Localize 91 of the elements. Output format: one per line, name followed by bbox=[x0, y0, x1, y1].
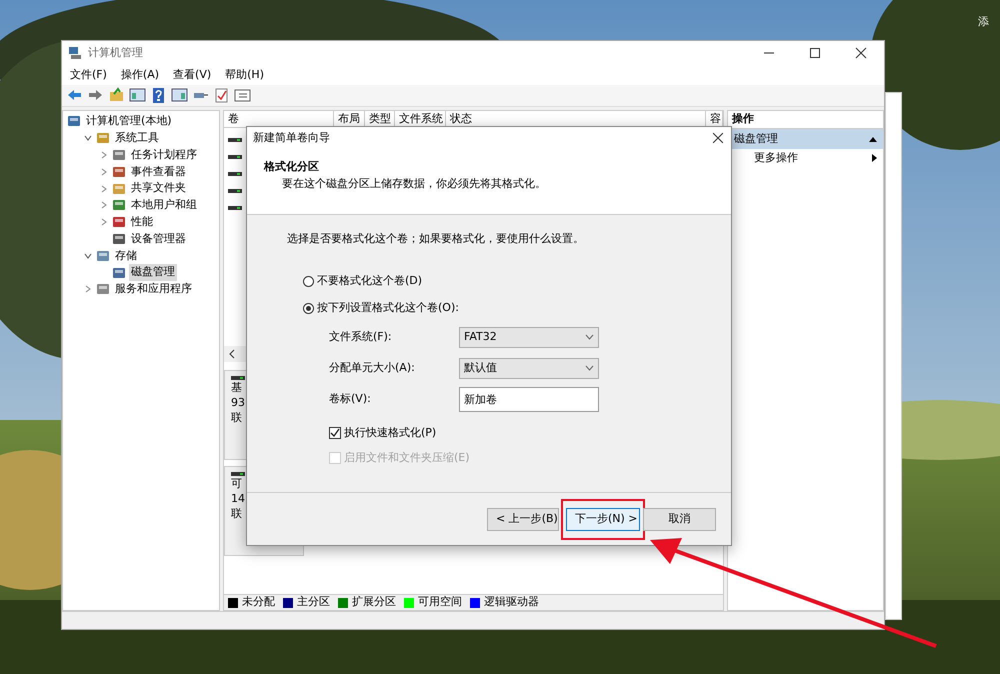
list-icon[interactable] bbox=[234, 87, 251, 104]
checkbox[interactable] bbox=[329, 427, 341, 439]
node-icon bbox=[96, 282, 110, 296]
node-icon bbox=[112, 148, 126, 162]
wizard-button[interactable]: < 上一步(B) bbox=[487, 508, 559, 530]
help-icon[interactable] bbox=[150, 87, 167, 104]
tree-item[interactable]: 性能 bbox=[129, 214, 155, 230]
close-icon[interactable] bbox=[713, 133, 723, 143]
checklist-icon[interactable] bbox=[213, 87, 230, 104]
option-label: 不要格式化这个卷(D) bbox=[317, 273, 422, 290]
panel-icon[interactable] bbox=[171, 87, 188, 104]
prompt-text: 选择是否要格式化这个卷；如果要格式化，要使用什么设置。 bbox=[287, 231, 585, 247]
legend-label: 逻辑驱动器 bbox=[484, 594, 539, 610]
dropdown[interactable]: FAT32 bbox=[459, 326, 599, 348]
chevron-down-icon[interactable] bbox=[84, 252, 92, 260]
disk-info: 93 bbox=[231, 396, 246, 411]
page-heading: 格式化分区 bbox=[264, 159, 320, 175]
radio-button[interactable] bbox=[303, 303, 314, 314]
chevron-right-icon[interactable] bbox=[100, 168, 108, 176]
node-icon bbox=[96, 248, 110, 263]
chevron-right-icon[interactable] bbox=[100, 184, 108, 193]
chevron-right-icon[interactable] bbox=[100, 150, 108, 159]
tree-item[interactable]: 服务和应用程序 bbox=[113, 281, 194, 298]
tree-item[interactable]: 事件查看器 bbox=[129, 164, 188, 180]
wizard-button[interactable]: 取消 bbox=[643, 508, 716, 530]
disk-info: 可 bbox=[231, 477, 243, 492]
chevron-right-icon[interactable] bbox=[100, 201, 108, 210]
chevron-down-icon bbox=[585, 334, 594, 340]
checkbox-label: 执行快速格式化(P) bbox=[344, 424, 436, 441]
field-label: 卷标(V): bbox=[329, 390, 372, 407]
drive-icon bbox=[228, 136, 242, 142]
drive-icon bbox=[231, 471, 245, 477]
drive-icon bbox=[228, 154, 242, 160]
scroll-left-icon[interactable] bbox=[228, 349, 236, 359]
drive-icon bbox=[228, 188, 242, 194]
tree-item[interactable]: 计算机管理(本地) bbox=[84, 113, 174, 130]
dialog-title: 新建简单卷向导 bbox=[253, 130, 330, 146]
menu-item[interactable]: 查看(V) bbox=[173, 66, 212, 84]
computer-icon bbox=[68, 46, 82, 60]
tree-item[interactable]: 存储 bbox=[113, 248, 139, 264]
field-label: 分配单元大小(A): bbox=[329, 360, 416, 376]
drive-icon bbox=[228, 204, 242, 210]
node-icon bbox=[112, 266, 126, 280]
menu-item[interactable]: 文件(F) bbox=[70, 66, 107, 84]
dropdown[interactable]: 默认值 bbox=[459, 358, 599, 378]
collapse-icon[interactable] bbox=[869, 136, 877, 142]
drive-icon bbox=[231, 375, 245, 381]
window-title: 计算机管理 bbox=[88, 44, 143, 61]
node-icon bbox=[112, 198, 126, 212]
legend-label: 扩展分区 bbox=[352, 594, 396, 610]
disk-info: 基 bbox=[231, 381, 243, 396]
text-field[interactable]: 新加卷 bbox=[459, 386, 599, 412]
tree-item[interactable]: 任务计划程序 bbox=[129, 146, 199, 164]
node-icon bbox=[112, 182, 126, 196]
checkbox-label: 启用文件和文件夹压缩(E) bbox=[344, 450, 470, 466]
disk-info: 联 bbox=[231, 410, 243, 426]
option-label: 按下列设置格式化这个卷(O): bbox=[317, 300, 459, 316]
section-label: 磁盘管理 bbox=[734, 130, 778, 147]
chevron-down-icon[interactable] bbox=[84, 134, 92, 142]
legend-label: 未分配 bbox=[242, 594, 275, 610]
folder-icon[interactable] bbox=[108, 87, 125, 104]
panel-icon[interactable] bbox=[129, 87, 146, 104]
menu-item[interactable]: 操作(A) bbox=[120, 66, 160, 84]
legend-label: 主分区 bbox=[297, 594, 330, 610]
tree-item[interactable]: 共享文件夹 bbox=[129, 180, 188, 197]
action-link[interactable]: 更多操作 bbox=[754, 150, 798, 166]
node-icon bbox=[112, 215, 126, 230]
chevron-right-icon[interactable] bbox=[84, 285, 92, 294]
node-icon bbox=[67, 114, 81, 128]
maximize-icon[interactable] bbox=[809, 47, 821, 59]
page-subtitle: 要在这个磁盘分区上储存数据，你必须先将其格式化。 bbox=[281, 176, 547, 192]
tree-item[interactable]: 磁盘管理 bbox=[129, 264, 177, 281]
field-label: 文件系统(F): bbox=[329, 328, 393, 345]
chevron-right-icon[interactable] bbox=[100, 218, 108, 226]
tree-item[interactable]: 系统工具 bbox=[113, 130, 161, 146]
tree-item[interactable]: 设备管理器 bbox=[129, 230, 188, 248]
node-icon bbox=[112, 232, 126, 246]
desktop-icon-label[interactable]: 添 bbox=[978, 16, 989, 27]
disk-info: 14 bbox=[231, 492, 246, 507]
disk-info: 联 bbox=[231, 506, 243, 522]
submenu-icon[interactable] bbox=[872, 154, 877, 162]
menu-item[interactable]: 帮助(H) bbox=[225, 66, 264, 84]
tree-item[interactable]: 本地用户和组 bbox=[129, 197, 199, 214]
node-icon bbox=[96, 131, 110, 146]
radio-button[interactable] bbox=[303, 276, 314, 287]
drive-icon bbox=[228, 170, 242, 176]
chevron-down-icon bbox=[585, 365, 594, 371]
wizard-button[interactable]: 下一步(N) > bbox=[566, 508, 640, 530]
node-icon bbox=[112, 164, 126, 179]
legend-label: 可用空间 bbox=[418, 594, 462, 610]
close-icon[interactable] bbox=[855, 47, 867, 59]
